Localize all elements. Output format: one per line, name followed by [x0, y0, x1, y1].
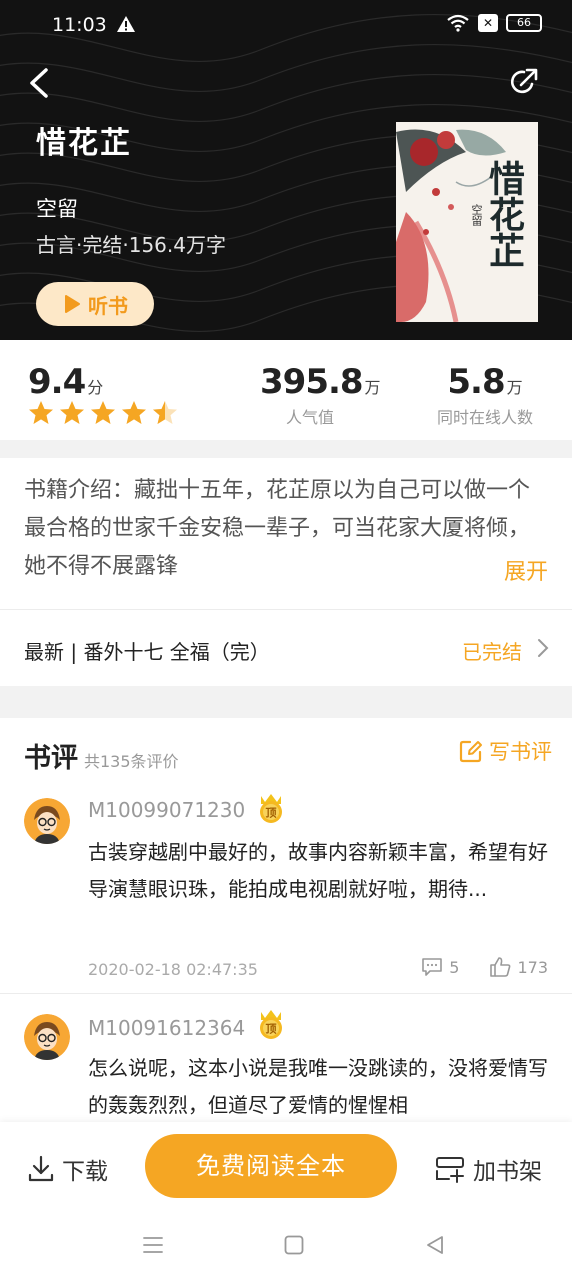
share-icon[interactable] — [508, 66, 540, 98]
reviews-title: 书评 — [24, 743, 78, 774]
back-nav-icon[interactable] — [424, 1234, 446, 1256]
reviews-count: 共135条评价 — [84, 752, 179, 771]
half-star-icon — [153, 401, 177, 424]
status-bar: 11:03 ✕ 66 — [0, 0, 572, 50]
comment-count: 5 — [449, 957, 460, 977]
write-review-button[interactable]: 写书评 — [459, 736, 552, 766]
book-cover[interactable]: 惜花芷 空留 — [396, 122, 538, 322]
rating-score: 9.4 分 — [28, 362, 103, 402]
review-actions: 5 173 — [421, 956, 548, 978]
book-meta: 古言·完结·156.4万字 — [36, 233, 226, 257]
listen-button[interactable]: 听书 — [36, 282, 154, 326]
status-time: 11:03 — [52, 14, 107, 36]
reviews-header: 书评 共135条评价 — [24, 736, 179, 775]
star-icon — [122, 401, 146, 424]
book-header: 11:03 ✕ 66 惜花芷 空留 古言·完结·156.4万字 听书 惜花芷 空… — [0, 0, 572, 340]
review-item: M10099071230 顶 古装穿越剧中最好的，故事内容新颖丰富，希望有好导演… — [0, 790, 572, 990]
vip-badge-icon: 顶 — [260, 794, 282, 823]
star-icon — [60, 401, 84, 424]
comment-icon — [422, 958, 443, 976]
section-separator — [0, 440, 572, 458]
review-username[interactable]: M10099071230 — [88, 798, 245, 822]
wifi-icon — [447, 14, 469, 32]
thumbs-up-icon — [490, 957, 511, 977]
chevron-right-icon — [538, 639, 549, 657]
read-free-button[interactable]: 免费阅读全本 — [145, 1134, 397, 1198]
online-stat: 5.8 万 同时在线人数 — [420, 362, 550, 428]
popularity-value: 395.8 — [260, 362, 364, 402]
online-unit: 万 — [506, 378, 523, 397]
avatar[interactable] — [24, 798, 70, 844]
svg-text:顶: 顶 — [266, 1023, 277, 1036]
avatar[interactable] — [24, 1014, 70, 1060]
book-author[interactable]: 空留 — [36, 193, 78, 223]
rating-stars — [28, 400, 178, 425]
download-button[interactable]: 下载 — [28, 1152, 108, 1186]
edit-icon — [459, 740, 482, 763]
comment-button[interactable]: 5 — [421, 957, 459, 977]
popularity-stat: 395.8 万 人气值 — [260, 362, 381, 428]
popularity-unit: 万 — [364, 378, 381, 397]
review-time: 2020-02-18 02:47:35 — [88, 960, 258, 979]
listen-label: 听书 — [88, 293, 128, 318]
rating-unit: 分 — [87, 378, 104, 397]
rating-value: 9.4 — [28, 362, 86, 402]
bookshelf-add-icon — [436, 1157, 464, 1183]
star-icon — [91, 401, 115, 424]
star-icon — [29, 401, 53, 424]
bottom-action-bar: 下载 免费阅读全本 加书架 — [0, 1122, 572, 1212]
download-label: 下载 — [62, 1159, 108, 1185]
like-count: 173 — [517, 957, 548, 977]
expand-intro-button[interactable]: 展开 — [504, 554, 548, 586]
online-label: 同时在线人数 — [436, 408, 533, 427]
write-review-label: 写书评 — [489, 740, 552, 764]
add-to-shelf-label: 加书架 — [473, 1159, 542, 1185]
completion-status: 已完结 — [462, 640, 522, 664]
review-text: 怎么说呢，这本小说是我唯一没跳读的，没将爱情写的轰轰烈烈，但道尽了爱情的惺惺相 — [88, 1056, 548, 1117]
battery-icon: 66 — [506, 14, 542, 32]
system-nav-bar — [0, 1212, 572, 1280]
review-username[interactable]: M10091612364 — [88, 1016, 245, 1040]
like-button[interactable]: 173 — [489, 956, 548, 978]
download-icon — [28, 1155, 54, 1182]
book-intro: 书籍介绍：藏拙十五年，花芷原以为自己可以做一个最合格的世家千金安稳一辈子，可当花… — [24, 478, 531, 579]
cover-author: 空留 — [470, 204, 483, 226]
svg-text:顶: 顶 — [266, 807, 277, 820]
cover-title: 惜花芷 — [483, 160, 525, 268]
back-icon[interactable] — [24, 64, 58, 102]
vip-badge-icon: 顶 — [260, 1010, 282, 1039]
book-title: 惜花芷 — [36, 126, 132, 161]
home-icon[interactable] — [283, 1234, 305, 1256]
latest-chapter-row[interactable]: 最新 | 番外十七 全福（完） 已完结 — [0, 610, 572, 686]
status-icons: ✕ 66 — [446, 14, 542, 32]
no-sim-icon: ✕ — [478, 14, 498, 32]
review-text: 古装穿越剧中最好的，故事内容新颖丰富，希望有好导演慧眼识珠，能拍成电视剧就好啦，… — [88, 840, 548, 901]
add-to-shelf-button[interactable]: 加书架 — [435, 1152, 542, 1186]
menu-icon[interactable] — [142, 1234, 164, 1256]
warning-icon — [117, 16, 135, 32]
section-separator — [0, 686, 572, 718]
review-item: M10091612364 顶 怎么说呢，这本小说是我唯一没跳读的，没将爱情写的轰… — [0, 1008, 572, 1122]
stats-panel: 9.4 分 395.8 万 人气值 5.8 万 同时在线人数 — [0, 340, 572, 440]
online-value: 5.8 — [447, 362, 505, 402]
play-icon — [65, 295, 80, 313]
latest-chapter: 最新 | 番外十七 全福（完） — [24, 640, 270, 664]
popularity-label: 人气值 — [285, 408, 334, 427]
divider — [0, 993, 572, 994]
